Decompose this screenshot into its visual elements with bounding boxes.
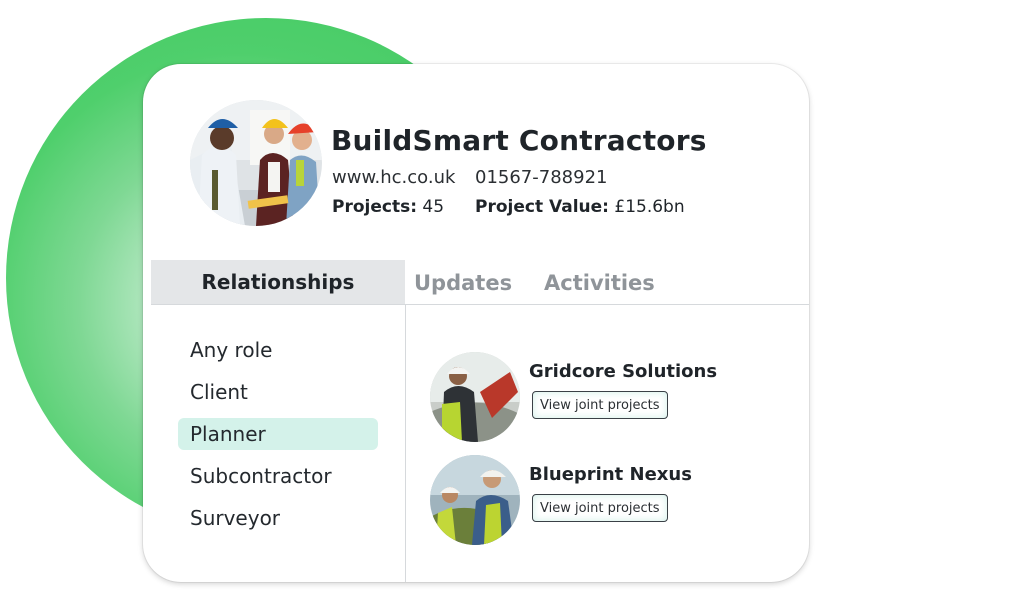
role-filter-list: Any role Client Planner Subcontractor Su… [178,334,378,544]
company-name: BuildSmart Contractors [331,124,707,157]
project-value-amount: £15.6bn [614,197,685,217]
panel-divider [405,304,406,582]
view-joint-projects-button[interactable]: View joint projects [532,391,668,419]
company-website[interactable]: www.hc.co.uk [332,167,455,188]
tab-underline [151,304,809,305]
relationship-name: Gridcore Solutions [529,361,718,382]
tab-relationships[interactable]: Relationships [151,260,405,304]
role-item-any-role[interactable]: Any role [178,334,378,366]
projects-value: 45 [422,197,445,217]
company-card: BuildSmart Contractors www.hc.co.uk 0156… [143,64,809,582]
relationship-avatar [430,352,520,442]
role-item-surveyor[interactable]: Surveyor [178,502,378,534]
role-item-client[interactable]: Client [178,376,378,408]
project-value-label: Project Value: [475,197,609,217]
tab-activities[interactable]: Activities [544,271,655,295]
company-phone[interactable]: 01567-788921 [475,167,607,188]
relationship-avatar [430,455,520,545]
view-joint-projects-button[interactable]: View joint projects [532,494,668,522]
role-item-planner[interactable]: Planner [178,418,378,450]
projects-label: Projects: [332,197,417,217]
relationship-name: Blueprint Nexus [529,464,692,485]
projects-stat: Projects: 45 [332,197,444,217]
project-value-stat: Project Value: £15.6bn [475,197,685,217]
role-item-subcontractor[interactable]: Subcontractor [178,460,378,492]
tab-updates[interactable]: Updates [414,271,512,295]
company-photo [190,100,322,226]
